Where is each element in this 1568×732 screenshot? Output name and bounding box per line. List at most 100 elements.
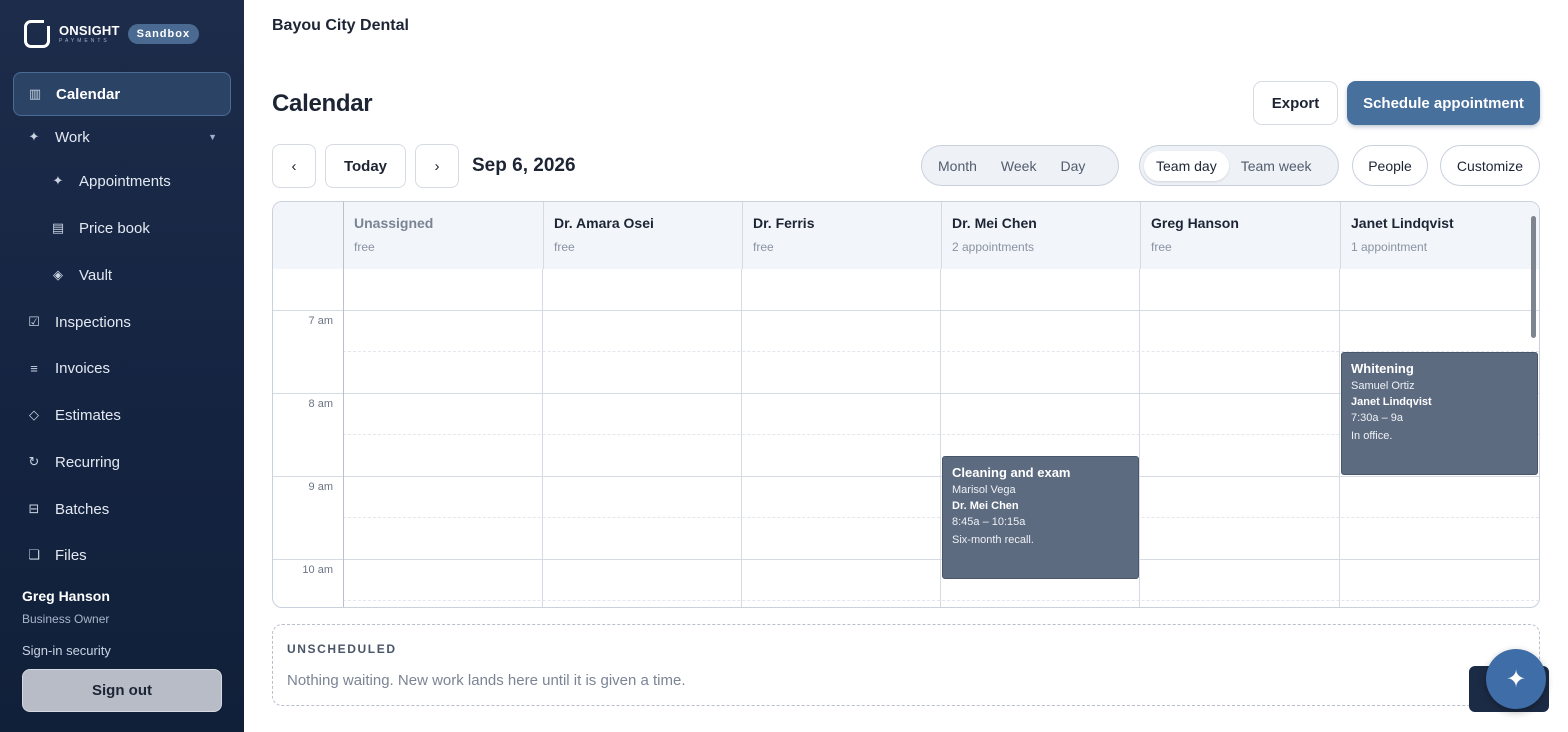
sidebar-item-label: Batches — [55, 500, 110, 518]
logo-icon — [24, 18, 52, 48]
prev-day-button[interactable]: ‹ — [272, 144, 316, 188]
sidebar: ONSIGHT PAYMENTS Sandbox ▥ Calendar ✦ Wo… — [0, 0, 244, 732]
view-week[interactable]: Week — [989, 151, 1049, 181]
column-header-amara-osei: Dr. Amara Osei free — [543, 202, 742, 269]
view-team-week[interactable]: Team week — [1229, 151, 1324, 181]
batch-icon: ⊟ — [28, 501, 40, 516]
sidebar-item-calendar[interactable]: ▥ Calendar — [13, 72, 231, 116]
sparkle-icon: ✦ — [52, 173, 64, 188]
calendar-scrollbar[interactable] — [1531, 216, 1536, 338]
column-divider — [1139, 269, 1140, 607]
column-status: free — [554, 240, 575, 254]
time-column-divider — [343, 202, 344, 607]
team-view-switcher: Team day Team week — [1139, 145, 1339, 186]
hour-line — [273, 476, 1539, 477]
sidebar-item-label: Inspections — [55, 313, 131, 331]
sidebar-item-inspections[interactable]: ☑ Inspections — [13, 300, 231, 344]
sidebar-item-label: Estimates — [55, 406, 121, 424]
sidebar-item-label: Calendar — [56, 85, 121, 103]
column-header-janet-lindqvist: Janet Lindqvist 1 appointment — [1340, 202, 1539, 269]
column-status: free — [1151, 240, 1172, 254]
appointment-whitening[interactable]: Whitening Samuel Ortiz Janet Lindqvist 7… — [1341, 352, 1538, 475]
view-switcher: Month Week Day — [921, 145, 1119, 186]
column-name: Janet Lindqvist — [1351, 215, 1454, 231]
list-icon: ≡ — [30, 360, 38, 376]
column-name: Greg Hanson — [1151, 215, 1239, 231]
brand[interactable]: ONSIGHT PAYMENTS Sandbox — [24, 18, 200, 48]
next-day-button[interactable]: › — [415, 144, 459, 188]
sidebar-item-vault[interactable]: ◈ Vault — [13, 253, 231, 297]
user-role: Business Owner — [22, 612, 110, 626]
column-header-greg-hanson: Greg Hanson free — [1140, 202, 1340, 269]
sandbox-badge: Sandbox — [127, 24, 200, 44]
org-name: Bayou City Dental — [272, 17, 409, 34]
sidebar-item-label: Vault — [79, 266, 113, 284]
page-title: Calendar — [272, 90, 373, 117]
sidebar-item-label: Appointments — [79, 172, 171, 190]
checkbox-icon: ☑ — [28, 314, 40, 329]
column-status: free — [354, 240, 375, 254]
sidebar-item-files[interactable]: ❏ Files — [13, 533, 231, 577]
sidebar-item-work[interactable]: ✦ Work ▼ — [13, 115, 231, 159]
unscheduled-heading: UNSCHEDULED — [287, 642, 397, 656]
file-icon: ❏ — [28, 547, 40, 562]
sidebar-item-estimates[interactable]: ◇ Estimates — [13, 393, 231, 437]
half-hour-line — [343, 600, 1539, 601]
column-name: Dr. Ferris — [753, 215, 815, 231]
sidebar-item-batches[interactable]: ⊟ Batches — [13, 487, 231, 531]
appointment-note: Six-month recall. — [952, 534, 1034, 546]
view-team-day[interactable]: Team day — [1144, 150, 1229, 181]
sidebar-item-appointments[interactable]: ✦ Appointments — [13, 159, 231, 203]
appointment-cleaning-and-exam[interactable]: Cleaning and exam Marisol Vega Dr. Mei C… — [942, 456, 1139, 579]
assistant-fab[interactable]: ✦ — [1486, 649, 1546, 709]
column-name: Unassigned — [354, 215, 434, 231]
customize-button[interactable]: Customize — [1440, 145, 1540, 186]
people-button[interactable]: People — [1352, 145, 1428, 186]
sidebar-item-invoices[interactable]: ≡ Invoices — [13, 346, 231, 390]
column-divider — [542, 269, 543, 607]
diamond-outline-icon: ◇ — [29, 407, 39, 422]
sidebar-item-label: Work — [55, 128, 90, 146]
view-day[interactable]: Day — [1048, 151, 1097, 181]
appointment-title: Cleaning and exam — [952, 465, 1071, 480]
appointment-title: Whitening — [1351, 361, 1414, 376]
sidebar-item-label: Price book — [79, 219, 150, 237]
column-name: Dr. Amara Osei — [554, 215, 654, 231]
sidebar-item-recurring[interactable]: ↻ Recurring — [13, 440, 231, 484]
chevron-down-icon: ▼ — [208, 132, 217, 142]
appointment-note: In office. — [1351, 430, 1393, 442]
brand-name: ONSIGHT — [59, 23, 120, 38]
time-label: 9 am — [308, 481, 333, 493]
appointment-provider: Dr. Mei Chen — [952, 500, 1019, 512]
export-button[interactable]: Export — [1253, 81, 1338, 125]
hour-line — [273, 310, 1539, 311]
appointment-time: 7:30a – 9a — [1351, 412, 1403, 424]
today-button[interactable]: Today — [325, 144, 406, 188]
user-name: Greg Hanson — [22, 588, 110, 604]
column-status: free — [753, 240, 774, 254]
appointment-time: 8:45a – 10:15a — [952, 516, 1026, 528]
sparkle-icon: ✦ — [1505, 665, 1527, 693]
column-status: 1 appointment — [1351, 240, 1428, 254]
time-label: 8 am — [308, 398, 333, 410]
sidebar-item-price-book[interactable]: ▤ Price book — [13, 206, 231, 250]
hour-line — [273, 559, 1539, 560]
schedule-appointment-button[interactable]: Schedule appointment — [1347, 81, 1540, 125]
calendar-icon: ▥ — [28, 86, 42, 101]
column-header-mei-chen: Dr. Mei Chen 2 appointments — [941, 202, 1140, 269]
view-month[interactable]: Month — [926, 151, 989, 181]
book-icon: ▤ — [51, 220, 65, 235]
column-divider — [741, 269, 742, 607]
sparkle-icon: ✦ — [28, 129, 40, 144]
appointment-provider: Janet Lindqvist — [1351, 396, 1432, 408]
column-name: Dr. Mei Chen — [952, 215, 1037, 231]
sign-out-button[interactable]: Sign out — [22, 669, 222, 712]
sidebar-item-label: Recurring — [55, 453, 121, 471]
diamond-icon: ◈ — [53, 267, 63, 282]
brand-sub: PAYMENTS — [59, 38, 110, 44]
unscheduled-panel: UNSCHEDULED Nothing waiting. New work la… — [272, 624, 1540, 706]
calendar-header: Unassigned free Dr. Amara Osei free Dr. … — [273, 202, 1539, 269]
team-day-calendar: Unassigned free Dr. Amara Osei free Dr. … — [272, 201, 1540, 608]
sign-in-security-link[interactable]: Sign-in security — [22, 643, 111, 658]
brand-text: ONSIGHT PAYMENTS — [59, 24, 120, 44]
